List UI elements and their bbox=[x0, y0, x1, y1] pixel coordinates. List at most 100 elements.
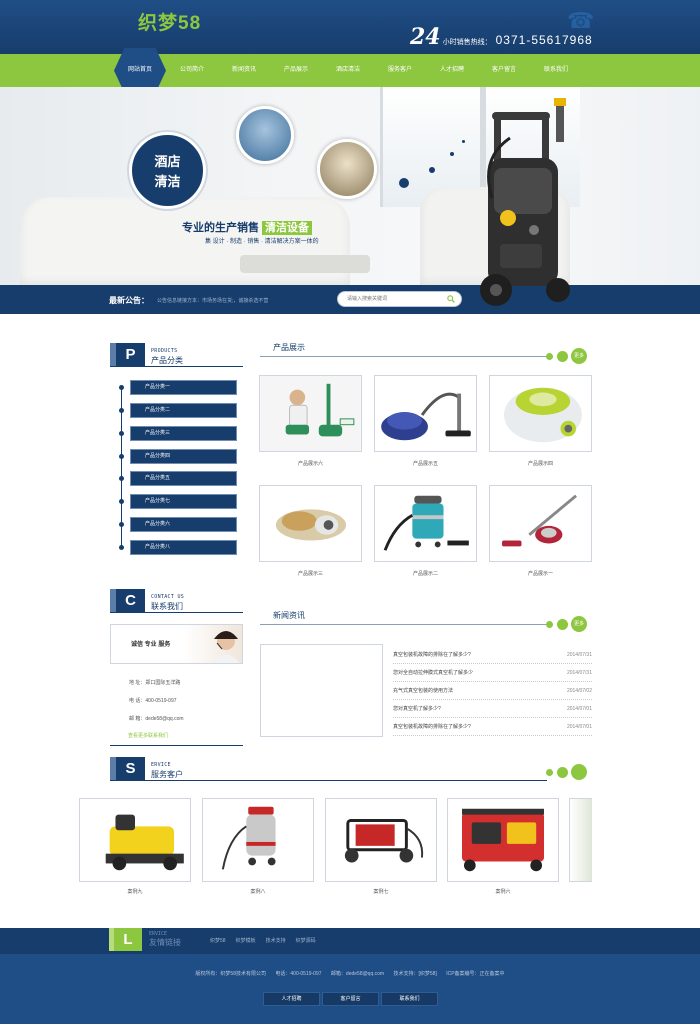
notice-text[interactable]: 公告信息链接方本：市场务场在货;，诚接杀选不营 bbox=[157, 297, 268, 304]
section-divider bbox=[110, 366, 243, 367]
contact-more-link[interactable]: 查看更多联系我们 bbox=[128, 732, 168, 739]
news-item[interactable]: 真空包装机故障的排除在了解多少? 2014/07/31 bbox=[393, 646, 592, 664]
news-item[interactable]: 您对全自动拉伸膜式真空机了解多少 2014/07/31 bbox=[393, 664, 592, 682]
product-image[interactable] bbox=[489, 375, 592, 452]
service-letter-badge: S bbox=[110, 757, 145, 780]
case-caption[interactable]: 案例九 bbox=[79, 888, 191, 895]
slogan-main: 专业的生产销售 bbox=[182, 222, 259, 234]
case-card[interactable]: 案例六 bbox=[447, 798, 559, 895]
product-caption[interactable]: 产品展示二 bbox=[374, 570, 477, 577]
product-caption[interactable]: 产品展示四 bbox=[489, 460, 592, 467]
news-item[interactable]: 您对真空机了解多少? 2014/07/01 bbox=[393, 700, 592, 718]
contact-info: 地 址：郑口国际五洋路 电 话：400-0519-097 邮 箱：dede58@… bbox=[129, 679, 184, 733]
category-item[interactable]: 产品分类四 bbox=[130, 449, 237, 464]
nav-item-jobs[interactable]: 人才招聘 bbox=[426, 54, 478, 87]
product-card[interactable]: 产品展示四 bbox=[489, 375, 592, 467]
news-thumbnail[interactable] bbox=[260, 644, 383, 737]
category-item[interactable]: 产品分类六 bbox=[130, 517, 237, 532]
footer-jobs-button[interactable]: 人才招聘 bbox=[263, 992, 320, 1006]
product-caption[interactable]: 产品展示一 bbox=[489, 570, 592, 577]
pressure-washer-image bbox=[480, 98, 570, 306]
category-item[interactable]: 产品分类一 bbox=[130, 380, 237, 395]
product-image[interactable] bbox=[259, 485, 362, 562]
product-card[interactable]: 产品展示二 bbox=[374, 485, 477, 577]
product-card[interactable]: 产品展示三 bbox=[259, 485, 362, 577]
decor-dot bbox=[546, 352, 553, 360]
nav-item-products[interactable]: 产品展示 bbox=[270, 54, 322, 87]
footer-contact-button[interactable]: 联系我们 bbox=[381, 992, 438, 1006]
news-item-title[interactable]: 真空包装机故障的排除在了解多少? bbox=[393, 651, 471, 658]
nav-item-news[interactable]: 新闻资讯 bbox=[218, 54, 270, 87]
news-item[interactable]: 充气式真空包装的使用方法 2014/07/02 bbox=[393, 682, 592, 700]
case-image[interactable] bbox=[447, 798, 559, 882]
friend-link[interactable]: 织梦58 bbox=[210, 937, 226, 944]
nav-item-service-clients[interactable]: 服务客户 bbox=[374, 54, 426, 87]
case-image[interactable] bbox=[325, 798, 437, 882]
case-image[interactable] bbox=[202, 798, 314, 882]
case-image[interactable] bbox=[79, 798, 191, 882]
product-more-button[interactable]: 更多 bbox=[571, 348, 587, 364]
footer-guestbook-button[interactable]: 客户留言 bbox=[322, 992, 379, 1006]
vacuum-blue-image bbox=[381, 392, 471, 441]
contact-email: 邮 箱：dede58@qq.com bbox=[129, 716, 184, 722]
product-caption[interactable]: 产品展示六 bbox=[259, 460, 362, 467]
nav-item-about[interactable]: 公司简介 bbox=[166, 54, 218, 87]
nav-item-home[interactable]: 网站首页 bbox=[114, 54, 166, 87]
hotline-label: 小时销售热线： bbox=[442, 39, 492, 46]
search-icon[interactable] bbox=[447, 295, 455, 303]
category-bullet bbox=[119, 454, 124, 459]
banner-dot bbox=[429, 167, 435, 173]
case-card[interactable]: 案例九 bbox=[79, 798, 191, 895]
contact-section-header: C CONTACT US 联系我们 bbox=[110, 589, 184, 612]
category-item[interactable]: 产品分类三 bbox=[130, 426, 237, 441]
products-cn-title: 产品分类 bbox=[151, 356, 183, 365]
friend-link[interactable]: 技术支持 bbox=[266, 937, 286, 944]
case-card[interactable]: 案例八 bbox=[202, 798, 314, 895]
hotline-24: 24 bbox=[410, 24, 441, 50]
case-caption[interactable]: 案例七 bbox=[325, 888, 437, 895]
product-image[interactable] bbox=[374, 485, 477, 562]
nav-item-guestbook[interactable]: 客户留言 bbox=[478, 54, 530, 87]
banner-subslogan: 集 设计 · 制造 · 销售 · 清洁解决方案一体的 bbox=[205, 239, 319, 245]
decor-dot bbox=[557, 618, 568, 630]
product-caption[interactable]: 产品展示五 bbox=[374, 460, 477, 467]
case-caption[interactable]: 案例八 bbox=[202, 888, 314, 895]
banner-dot bbox=[462, 140, 465, 143]
site-logo[interactable]: 织梦58 bbox=[138, 8, 201, 35]
service-more-button[interactable] bbox=[571, 764, 587, 780]
category-item[interactable]: 产品分类七 bbox=[130, 494, 237, 509]
product-show-title: 产品展示 bbox=[273, 343, 305, 352]
news-item-title[interactable]: 充气式真空包装的使用方法 bbox=[393, 687, 453, 694]
news-item-title[interactable]: 真空包装机故障的排除在了解多少? bbox=[393, 723, 471, 730]
news-more-button[interactable]: 更多 bbox=[571, 616, 587, 632]
product-image[interactable] bbox=[489, 485, 592, 562]
case-caption[interactable]: 案例六 bbox=[447, 888, 559, 895]
contact-section-heading: CONTACT US 联系我们 bbox=[151, 594, 184, 612]
category-item[interactable]: 产品分类五 bbox=[130, 471, 237, 486]
news-item-title[interactable]: 您对真空机了解多少? bbox=[393, 705, 441, 712]
vacuum-red-image bbox=[502, 494, 577, 547]
category-item[interactable]: 产品分类二 bbox=[130, 403, 237, 418]
search-input[interactable] bbox=[338, 292, 438, 306]
product-card[interactable]: 产品展示六 bbox=[259, 375, 362, 467]
products-en-title: PRODUCTS bbox=[151, 348, 178, 354]
nav-item-hotel-cleaning[interactable]: 酒店清洁 bbox=[322, 54, 374, 87]
news-item-date: 2014/07/31 bbox=[566, 669, 592, 676]
product-caption[interactable]: 产品展示三 bbox=[259, 570, 362, 577]
category-bullet bbox=[119, 408, 124, 413]
case-card-partial[interactable] bbox=[569, 798, 592, 882]
site-footer bbox=[0, 954, 700, 1024]
product-card[interactable]: 产品展示一 bbox=[489, 485, 592, 577]
case-card[interactable]: 案例七 bbox=[325, 798, 437, 895]
product-image[interactable] bbox=[374, 375, 477, 452]
friend-link[interactable]: 织梦源码 bbox=[296, 937, 316, 944]
news-item[interactable]: 真空包装机故障的排除在了解多少? 2014/07/01 bbox=[393, 718, 592, 736]
product-card[interactable]: 产品展示五 bbox=[374, 375, 477, 467]
product-image[interactable] bbox=[259, 375, 362, 452]
category-item[interactable]: 产品分类八 bbox=[130, 540, 237, 555]
category-bullet bbox=[119, 385, 124, 390]
news-item-title[interactable]: 您对全自动拉伸膜式真空机了解多少 bbox=[393, 669, 473, 676]
friend-link[interactable]: 织梦模板 bbox=[236, 937, 256, 944]
vacuum-green-image bbox=[503, 387, 582, 443]
nav-item-contact[interactable]: 联系我们 bbox=[530, 54, 582, 87]
